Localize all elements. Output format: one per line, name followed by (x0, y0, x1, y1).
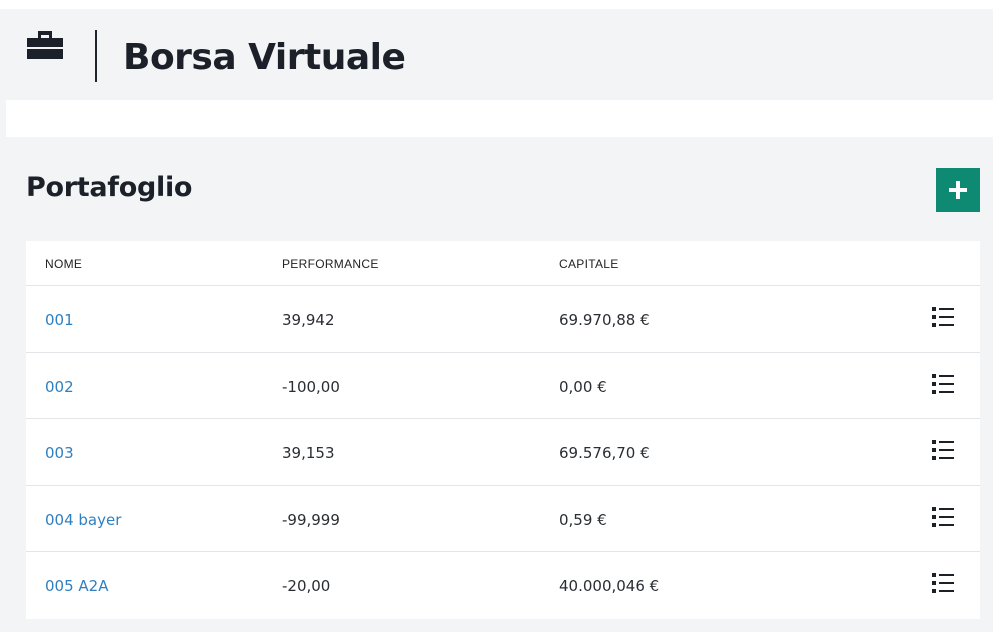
portfolio-link[interactable]: 005 A2A (45, 577, 108, 595)
list-icon[interactable] (932, 373, 956, 395)
portfolio-table: NOME PERFORMANCE CAPITALE 001 39,942 69.… (26, 241, 980, 619)
portfolio-link[interactable]: 004 bayer (45, 511, 121, 529)
list-icon[interactable] (932, 572, 956, 594)
portfolio-title: Portafoglio (26, 172, 193, 203)
capital-value: 69.576,70 € (559, 444, 650, 463)
top-strip (0, 0, 993, 9)
portfolio-link[interactable]: 001 (45, 311, 74, 329)
list-icon[interactable] (932, 306, 956, 328)
performance-value: 39,153 (282, 444, 335, 463)
performance-value: -20,00 (282, 577, 331, 596)
performance-value: -99,999 (282, 510, 340, 529)
subheader-bar (6, 100, 993, 137)
table-row: 004 bayer -99,999 0,59 € (26, 486, 980, 553)
list-icon[interactable] (932, 439, 956, 461)
table-row: 005 A2A -20,00 40.000,046 € (26, 552, 980, 619)
capital-value: 0,00 € (559, 377, 607, 396)
plus-icon (948, 180, 968, 200)
performance-value: 39,942 (282, 311, 335, 329)
briefcase-icon (27, 31, 63, 59)
add-portfolio-button[interactable] (936, 168, 980, 212)
portfolio-link[interactable]: 002 (45, 378, 74, 396)
app-title: Borsa Virtuale (123, 37, 406, 78)
table-header: NOME PERFORMANCE CAPITALE (26, 241, 980, 286)
header-divider (95, 30, 97, 82)
performance-value: -100,00 (282, 377, 340, 396)
list-icon[interactable] (932, 506, 956, 528)
table-row: 003 39,153 69.576,70 € (26, 419, 980, 486)
portfolio-link[interactable]: 003 (45, 444, 74, 462)
capital-value: 0,59 € (559, 510, 607, 529)
capital-value: 40.000,046 € (559, 577, 660, 596)
column-header-performance: PERFORMANCE (282, 257, 379, 271)
capital-value: 69.970,88 € (559, 311, 650, 329)
column-header-capital: CAPITALE (559, 257, 619, 271)
table-row: 002 -100,00 0,00 € (26, 353, 980, 420)
column-header-name: NOME (45, 257, 83, 271)
app-header: Borsa Virtuale (0, 9, 993, 100)
table-row: 001 39,942 69.970,88 € (26, 286, 980, 353)
